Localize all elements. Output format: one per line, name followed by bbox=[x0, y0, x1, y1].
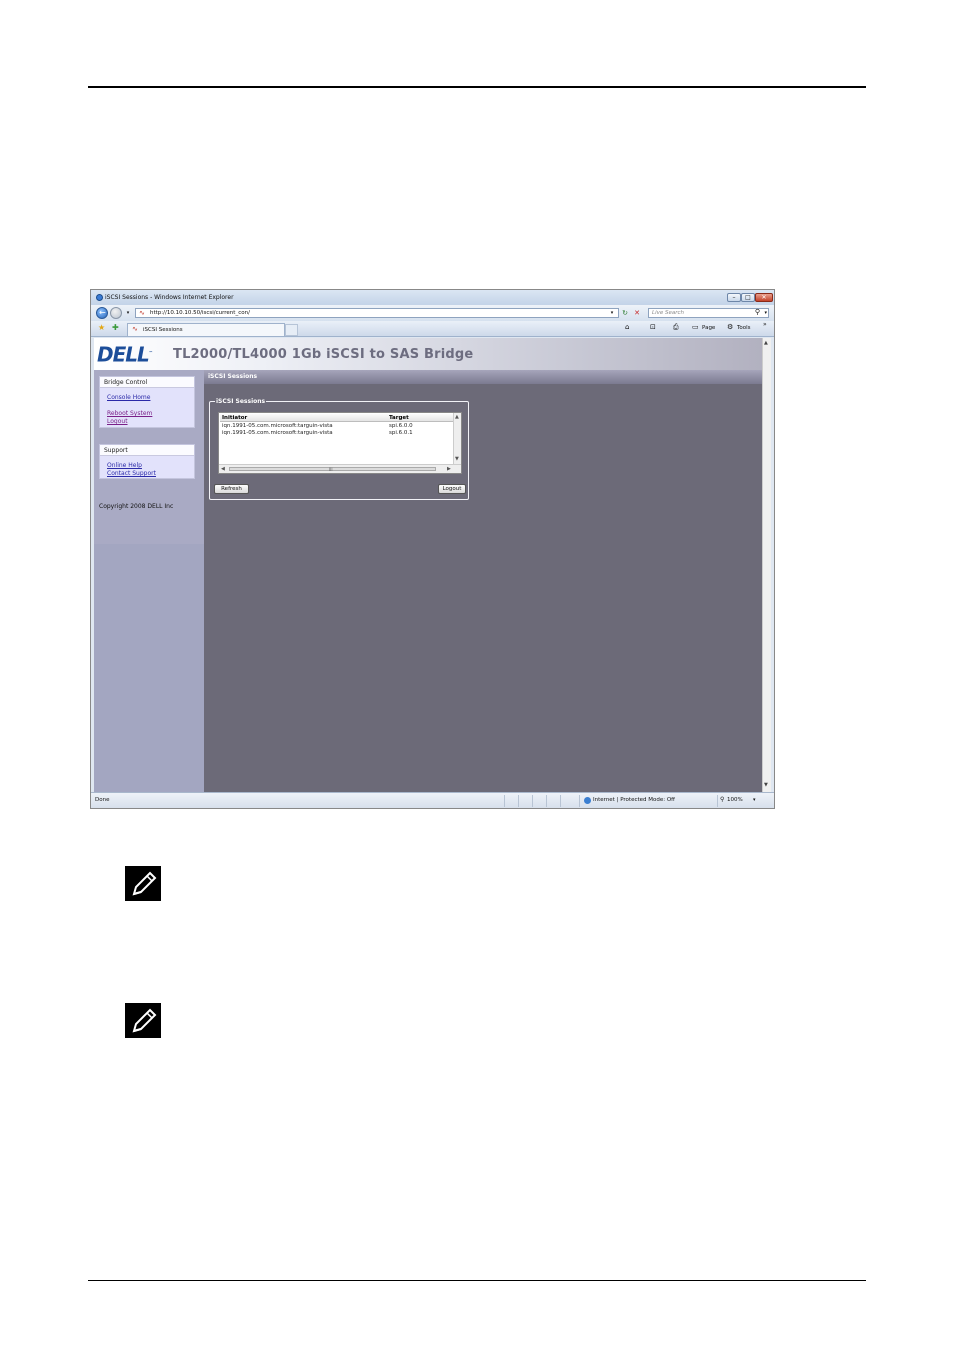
console-home-link[interactable]: Console Home bbox=[107, 394, 150, 401]
dell-logo: DELL™ bbox=[97, 342, 153, 367]
search-input[interactable]: Live Search ⚲ ▾ bbox=[648, 308, 769, 318]
page-scroll-down-icon[interactable]: ▼ bbox=[764, 782, 768, 788]
address-field[interactable]: ∿ http://10.10.10.50/iscsi/current_con/ … bbox=[135, 308, 619, 318]
section-title-bar: iSCSI Sessions bbox=[204, 370, 762, 384]
tools-menu-button[interactable]: Tools bbox=[737, 325, 751, 331]
add-favorite-icon[interactable]: ✚ bbox=[112, 323, 119, 333]
home-icon[interactable]: ⌂ bbox=[625, 323, 629, 331]
page-menu-button[interactable]: Page bbox=[702, 325, 715, 331]
zoom-dropdown-icon[interactable]: ▾ bbox=[753, 797, 756, 803]
bridge-control-heading: Bridge Control bbox=[104, 379, 148, 386]
status-bar: Done Internet | Protected Mode: Off ⚲ 10… bbox=[91, 792, 774, 808]
page-activity-icon: ∿ bbox=[139, 309, 145, 317]
ie-logo-icon bbox=[96, 294, 103, 301]
minimize-button[interactable]: – bbox=[727, 293, 741, 302]
page-viewport: DELL™ TL2000/TL4000 1Gb iSCSI to SAS Bri… bbox=[94, 338, 762, 792]
table-vertical-scrollbar[interactable]: ▲ ▼ bbox=[453, 413, 461, 465]
support-heading: Support bbox=[104, 447, 128, 454]
status-separator bbox=[504, 795, 505, 807]
status-separator bbox=[560, 795, 561, 807]
online-help-link[interactable]: Online Help bbox=[107, 462, 142, 469]
left-sidebar: Bridge Control Console Home Reboot Syste… bbox=[94, 370, 204, 792]
product-title: TL2000/TL4000 1Gb iSCSI to SAS Bridge bbox=[173, 347, 474, 362]
table-horizontal-scrollbar[interactable]: ◀ III ▶ bbox=[219, 464, 461, 473]
section-title: iSCSI Sessions bbox=[208, 373, 258, 380]
print-icon[interactable]: ⎙ bbox=[673, 323, 679, 332]
window-titlebar: iSCSI Sessions - Windows Internet Explor… bbox=[91, 290, 774, 305]
scroll-up-icon[interactable]: ▲ bbox=[455, 415, 459, 420]
column-header-target[interactable]: Target bbox=[389, 415, 409, 421]
zoom-level[interactable]: 100% bbox=[727, 797, 743, 803]
back-arrow-icon: ← bbox=[99, 308, 106, 317]
history-dropdown-icon[interactable]: ▾ bbox=[123, 308, 133, 318]
support-header: Support bbox=[100, 445, 194, 456]
feeds-icon[interactable]: ⊡ bbox=[650, 323, 656, 331]
scroll-down-icon[interactable]: ▼ bbox=[455, 457, 459, 462]
bridge-control-header: Bridge Control bbox=[100, 377, 194, 388]
maximize-button[interactable]: □ bbox=[741, 293, 755, 302]
note-pencil-icon bbox=[125, 1003, 161, 1038]
security-zone-text[interactable]: Internet | Protected Mode: Off bbox=[593, 797, 675, 803]
stop-icon[interactable]: ✕ bbox=[632, 308, 642, 318]
tools-gear-icon: ⚙ bbox=[727, 323, 734, 331]
search-icon[interactable]: ⚲ bbox=[755, 308, 760, 316]
search-options-icon[interactable]: ▾ bbox=[764, 310, 767, 316]
tab-page-icon: ∿ bbox=[132, 325, 138, 333]
scroll-left-icon[interactable]: ◀ bbox=[221, 467, 225, 472]
scroll-grip: III bbox=[329, 467, 333, 472]
window-title: iSCSI Sessions - Windows Internet Explor… bbox=[105, 294, 234, 301]
support-panel: Support Online Help Contact Support bbox=[99, 444, 195, 479]
logout-link[interactable]: Logout bbox=[107, 418, 128, 425]
address-toolbar: ← ▾ ∿ http://10.10.10.50/iscsi/current_c… bbox=[91, 305, 774, 321]
note-pencil-icon bbox=[125, 866, 161, 901]
reboot-system-link[interactable]: Reboot System bbox=[107, 410, 152, 417]
address-url: http://10.10.10.50/iscsi/current_con/ bbox=[150, 310, 250, 316]
sessions-table[interactable]: Initiator Target iqn.1991-05.com.microso… bbox=[218, 412, 462, 474]
page-top-rule bbox=[88, 86, 866, 88]
copyright-text: Copyright 2008 DELL Inc bbox=[99, 503, 174, 510]
session-target[interactable]: spi.6.0.1 bbox=[389, 430, 413, 436]
status-separator bbox=[532, 795, 533, 807]
tab-toolbar: ★ ✚ ∿ iSCSI Sessions ⌂ ⊡ ⎙ ▭ Page ⚙ Tool… bbox=[91, 321, 774, 337]
refresh-button[interactable]: Refresh bbox=[214, 484, 249, 494]
session-target[interactable]: spi.6.0.0 bbox=[389, 423, 413, 429]
back-button[interactable]: ← bbox=[96, 307, 108, 319]
status-separator bbox=[717, 795, 718, 807]
sessions-fieldset: iSCSI Sessions Initiator Target iqn.1991… bbox=[209, 398, 469, 500]
sessions-legend: iSCSI Sessions bbox=[215, 398, 267, 405]
status-separator bbox=[579, 795, 580, 807]
close-window-button[interactable]: ✕ bbox=[755, 293, 773, 302]
page-scroll-up-icon[interactable]: ▲ bbox=[764, 340, 768, 346]
contact-support-link[interactable]: Contact Support bbox=[107, 470, 156, 477]
sidebar-lower-panel bbox=[94, 544, 204, 792]
internet-zone-globe-icon bbox=[584, 797, 591, 804]
tab-iscsi-sessions[interactable]: ∿ iSCSI Sessions bbox=[127, 323, 285, 336]
scroll-right-icon[interactable]: ▶ bbox=[447, 467, 451, 472]
new-tab-button[interactable] bbox=[285, 324, 298, 336]
search-placeholder: Live Search bbox=[652, 310, 684, 316]
logout-button[interactable]: Logout bbox=[438, 484, 466, 494]
forward-button[interactable] bbox=[110, 307, 122, 319]
address-dropdown-icon[interactable]: ▾ bbox=[608, 309, 616, 317]
session-initiator[interactable]: iqn.1991-05.com.microsoft:targuin-vista bbox=[222, 430, 333, 436]
column-header-initiator[interactable]: Initiator bbox=[222, 415, 247, 421]
session-initiator[interactable]: iqn.1991-05.com.microsoft:targuin-vista bbox=[222, 423, 333, 429]
table-header-row: Initiator Target bbox=[220, 414, 453, 422]
status-text: Done bbox=[95, 797, 110, 803]
page-vertical-scrollbar[interactable]: ▲ ▼ bbox=[762, 338, 771, 792]
tab-label: iSCSI Sessions bbox=[143, 327, 183, 333]
status-separator bbox=[518, 795, 519, 807]
dell-logo-text: DELL bbox=[97, 342, 150, 367]
browser-screenshot: iSCSI Sessions - Windows Internet Explor… bbox=[90, 289, 775, 809]
app-header: DELL™ TL2000/TL4000 1Gb iSCSI to SAS Bri… bbox=[94, 338, 762, 370]
zoom-magnifier-icon: ⚲ bbox=[720, 796, 725, 803]
status-separator bbox=[546, 795, 547, 807]
refresh-page-icon[interactable]: ↻ bbox=[620, 308, 630, 318]
bridge-control-panel: Bridge Control Console Home Reboot Syste… bbox=[99, 376, 195, 428]
toolbar-overflow-icon[interactable]: » bbox=[763, 321, 767, 328]
page-bottom-rule bbox=[88, 1280, 866, 1281]
page-menu-icon: ▭ bbox=[692, 323, 699, 331]
favorites-star-icon[interactable]: ★ bbox=[98, 323, 105, 333]
